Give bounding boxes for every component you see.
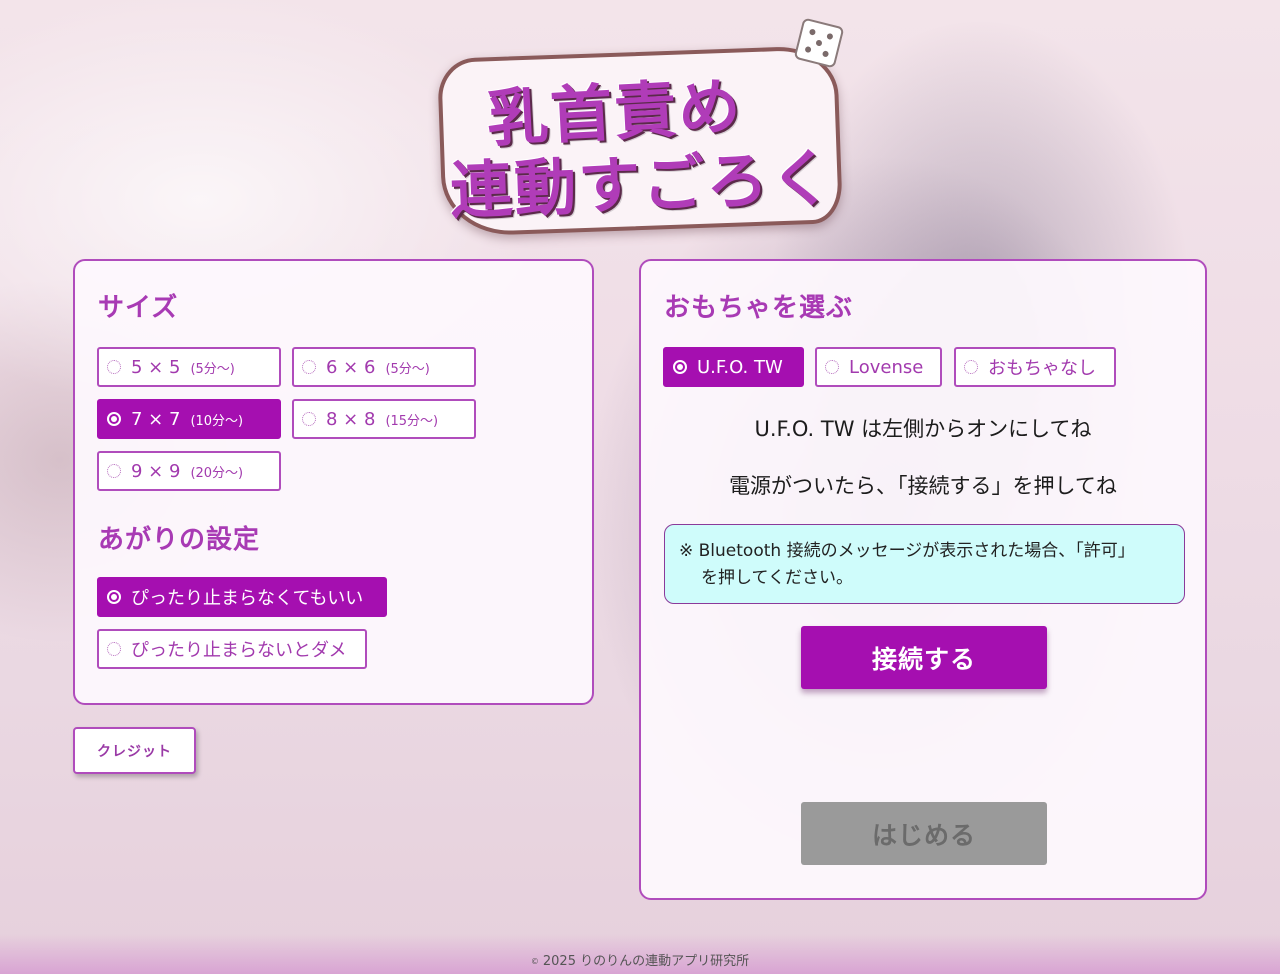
radio-selected-icon xyxy=(107,412,121,426)
settings-panel: サイズ 5 × 5 (5分〜) 6 × 6 (5分〜) 7 × 7 (10分〜)… xyxy=(73,259,594,705)
radio-icon xyxy=(825,360,839,374)
size-option-label: 7 × 7 xyxy=(131,408,181,430)
toy-option-label: U.F.O. TW xyxy=(697,356,783,378)
notice-line1: ※ Bluetooth 接続のメッセージが表示された場合、「許可」 xyxy=(679,541,1135,561)
radio-selected-icon xyxy=(107,590,121,604)
radio-icon xyxy=(107,464,121,478)
radio-icon xyxy=(302,360,316,374)
size-option-6x6[interactable]: 6 × 6 (5分〜) xyxy=(292,347,476,387)
credit-button[interactable]: クレジット xyxy=(73,727,196,774)
toy-option-label: おもちゃなし xyxy=(988,358,1096,379)
instruction-connect: 電源がついたら、「接続する」を押してね xyxy=(729,474,1117,498)
logo-title-line2: 連動すごろく xyxy=(449,141,836,228)
copyright-symbol: © xyxy=(530,957,539,966)
size-option-duration: (15分〜) xyxy=(385,413,439,429)
size-option-label: 9 × 9 xyxy=(131,460,181,482)
radio-icon xyxy=(107,360,121,374)
finish-option-exact[interactable]: ぴったり止まらないとダメ xyxy=(97,629,367,669)
toy-option-none[interactable]: おもちゃなし xyxy=(954,347,1116,387)
finish-option-label: ぴったり止まらないとダメ xyxy=(131,640,347,661)
toy-panel: おもちゃを選ぶ U.F.O. TW Lovense おもちゃなし U.F.O. … xyxy=(639,259,1207,900)
toy-option-label: Lovense xyxy=(849,356,924,378)
radio-icon xyxy=(964,360,978,374)
radio-icon xyxy=(302,412,316,426)
size-option-duration: (10分〜) xyxy=(190,413,244,429)
radio-icon xyxy=(107,642,121,656)
size-option-9x9[interactable]: 9 × 9 (20分〜) xyxy=(97,451,281,491)
instruction-power: U.F.O. TW は左側からオンにしてね xyxy=(754,417,1092,441)
bluetooth-notice: ※ Bluetooth 接続のメッセージが表示された場合、「許可」 を押してくだ… xyxy=(664,524,1185,604)
size-option-duration: (20分〜) xyxy=(190,465,244,481)
toy-section-title: おもちゃを選ぶ xyxy=(664,293,854,323)
toy-option-ufo-tw[interactable]: U.F.O. TW xyxy=(663,347,804,387)
radio-selected-icon xyxy=(673,360,687,374)
app-logo: 乳首責め 連動すごろく xyxy=(437,17,850,237)
start-button[interactable]: はじめる xyxy=(801,802,1047,865)
size-option-8x8[interactable]: 8 × 8 (15分〜) xyxy=(292,399,476,439)
size-option-label: 5 × 5 xyxy=(131,356,181,378)
size-option-duration: (5分〜) xyxy=(190,361,235,377)
size-option-7x7[interactable]: 7 × 7 (10分〜) xyxy=(97,399,281,439)
size-option-label: 8 × 8 xyxy=(326,408,376,430)
size-option-5x5[interactable]: 5 × 5 (5分〜) xyxy=(97,347,281,387)
finish-option-label: ぴったり止まらなくてもいい xyxy=(131,588,364,609)
finish-section-title: あがりの設定 xyxy=(98,525,261,555)
size-option-label: 6 × 6 xyxy=(326,356,376,378)
notice-line2: を押してください。 xyxy=(701,568,853,588)
connect-button[interactable]: 接続する xyxy=(801,626,1047,689)
footer-text: 2025 りのりんの連動アプリ研究所 xyxy=(542,954,750,969)
footer-copyright: © 2025 りのりんの連動アプリ研究所 xyxy=(0,950,1280,969)
size-option-duration: (5分〜) xyxy=(385,361,430,377)
size-section-title: サイズ xyxy=(98,293,179,323)
finish-option-no-exact[interactable]: ぴったり止まらなくてもいい xyxy=(97,577,387,617)
toy-option-lovense[interactable]: Lovense xyxy=(815,347,942,387)
